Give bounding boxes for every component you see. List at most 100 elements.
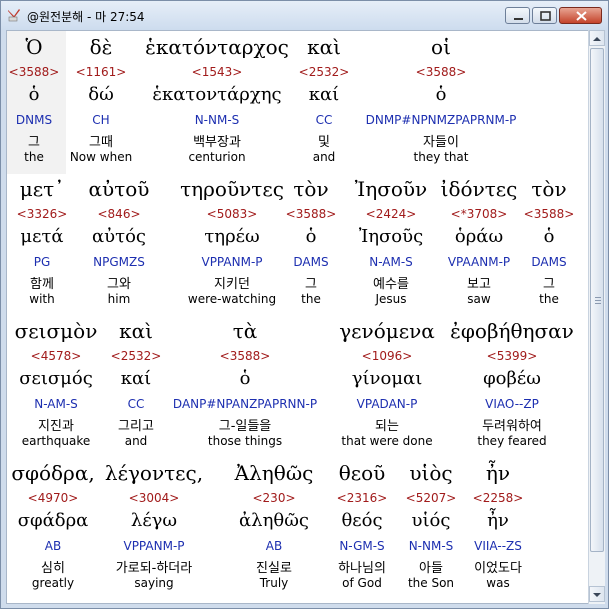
lemma: ὁ — [28, 84, 40, 105]
interlinear-view[interactable]: Ὁ <3588> ὁ DNMS 그 the δὲ <1161> δώ CH 그때 Now when ἑκ… — [6, 30, 589, 604]
lemma: ὁ — [435, 84, 447, 105]
greek-word: τὸν — [531, 177, 567, 201]
parsing-code: VPADAN-P — [356, 397, 418, 411]
greek-word: ἦν — [485, 461, 511, 485]
strong-number: <3588> — [8, 65, 60, 79]
strong-number: <1096> — [361, 349, 413, 363]
parsing-code: CC — [127, 397, 145, 411]
chevron-down-icon — [593, 593, 601, 597]
parsing-code: VPPANM-P — [123, 539, 185, 553]
korean-gloss: 이었도다 — [474, 561, 522, 576]
korean-gloss: 두려워하여 — [482, 419, 542, 434]
lemma: γίνομαι — [351, 368, 423, 389]
korean-gloss: 함께 — [30, 277, 54, 292]
english-gloss: those things — [207, 434, 283, 448]
english-gloss: saw — [467, 292, 491, 306]
parsing-code: DAMS — [293, 255, 329, 269]
english-gloss: they feared — [477, 434, 547, 448]
parsing-code: AB — [44, 539, 62, 553]
greek-word: σεισμὸν — [14, 319, 98, 343]
lemma: ὁ — [239, 368, 251, 389]
strong-number: <3588> — [219, 349, 271, 363]
lemma: ἦν — [487, 510, 509, 531]
maximize-icon — [540, 11, 551, 21]
english-gloss: and — [124, 434, 148, 448]
korean-gloss: 아들 — [419, 561, 443, 576]
lemma: φοβέω — [483, 368, 541, 389]
parsing-code: N-NM-S — [194, 113, 240, 127]
parsing-code: NPGMZS — [93, 255, 145, 269]
lemma: ἀληθῶς — [239, 510, 309, 531]
strong-number: <3588> — [415, 65, 467, 79]
english-gloss: Now when — [69, 150, 133, 164]
minimize-button[interactable] — [505, 7, 530, 24]
english-gloss: saying — [134, 576, 174, 590]
english-gloss: earthquake — [21, 434, 91, 448]
parsing-code: CH — [92, 113, 110, 127]
lemma: τηρέω — [204, 226, 260, 247]
minimize-icon — [514, 18, 523, 20]
app-window: @원전분해 - 마 27:54 Ὁ <3588> ὁ DNMS 그 the δὲ <1161>… — [0, 0, 609, 609]
scroll-up-button[interactable] — [589, 30, 605, 46]
greek-word: Ὁ — [25, 35, 43, 59]
korean-gloss: 그와 — [107, 277, 131, 292]
lemma: μετά — [20, 226, 64, 247]
lemma: σεισμός — [19, 368, 93, 389]
english-gloss: the — [24, 150, 44, 164]
lemma: ὁράω — [454, 226, 504, 247]
korean-gloss: 백부장과 — [193, 135, 241, 150]
strong-number: <4578> — [30, 349, 82, 363]
greek-word: Ἰησοῦν — [354, 177, 428, 201]
chevron-up-icon — [593, 37, 601, 41]
lemma: καί — [308, 84, 340, 105]
greek-word: υἱὸς — [409, 461, 453, 485]
lemma: σφάδρα — [17, 510, 89, 531]
strong-number: <5207> — [405, 491, 457, 505]
english-gloss: of God — [342, 576, 382, 590]
scroll-down-button[interactable] — [589, 586, 605, 602]
greek-word: μετ᾽ — [19, 177, 65, 201]
korean-gloss: 예수를 — [373, 277, 409, 292]
greek-word: τηροῦντες — [180, 177, 284, 201]
vertical-scrollbar[interactable] — [588, 30, 605, 604]
greek-word: δὲ — [89, 35, 113, 59]
parsing-code: DANP#NPANZPAPRNN-P — [172, 397, 318, 411]
english-gloss: centurion — [188, 150, 246, 164]
parsing-code: DNMS — [15, 113, 53, 127]
korean-gloss: 진실로 — [256, 561, 292, 576]
korean-gloss: 및 — [318, 135, 330, 150]
window-title: @원전분해 - 마 27:54 — [27, 10, 145, 24]
english-gloss: the — [301, 292, 321, 306]
parsing-code: N-NM-S — [408, 539, 454, 553]
greek-word: θεοῦ — [338, 461, 386, 485]
english-gloss: with — [29, 292, 55, 306]
english-gloss: Jesus — [375, 292, 407, 306]
greek-word: οἱ — [431, 35, 451, 59]
strong-number: <3326> — [16, 207, 68, 221]
greek-word: αὐτοῦ — [88, 177, 150, 201]
english-gloss: the — [539, 292, 559, 306]
parsing-code: N-AM-S — [369, 255, 413, 269]
lemma: Ἰησοῦς — [358, 226, 424, 247]
strong-number: <3004> — [128, 491, 180, 505]
english-gloss: Truly — [259, 576, 289, 590]
close-button[interactable] — [559, 7, 602, 24]
parsing-code: VPAANM-P — [447, 255, 511, 269]
scrollbar-thumb[interactable] — [590, 48, 604, 552]
parsing-code: N-AM-S — [34, 397, 78, 411]
strong-number: <2258> — [472, 491, 524, 505]
maximize-button[interactable] — [532, 7, 557, 24]
korean-gloss: 되는 — [375, 419, 399, 434]
lemma: λέγω — [130, 510, 178, 531]
korean-gloss: 그 — [305, 277, 317, 292]
korean-gloss: 가로되-하더라 — [115, 561, 193, 576]
korean-gloss: 그-일들을 — [218, 419, 272, 434]
parsing-code: VPPANM-P — [201, 255, 263, 269]
title-bar[interactable]: @원전분해 - 마 27:54 — [1, 1, 608, 30]
english-gloss: the Son — [407, 576, 455, 590]
korean-gloss: 보고 — [467, 277, 491, 292]
lemma: θεός — [341, 510, 383, 531]
english-gloss: they that — [413, 150, 469, 164]
app-icon — [8, 9, 20, 22]
lemma: υἱός — [411, 510, 451, 531]
